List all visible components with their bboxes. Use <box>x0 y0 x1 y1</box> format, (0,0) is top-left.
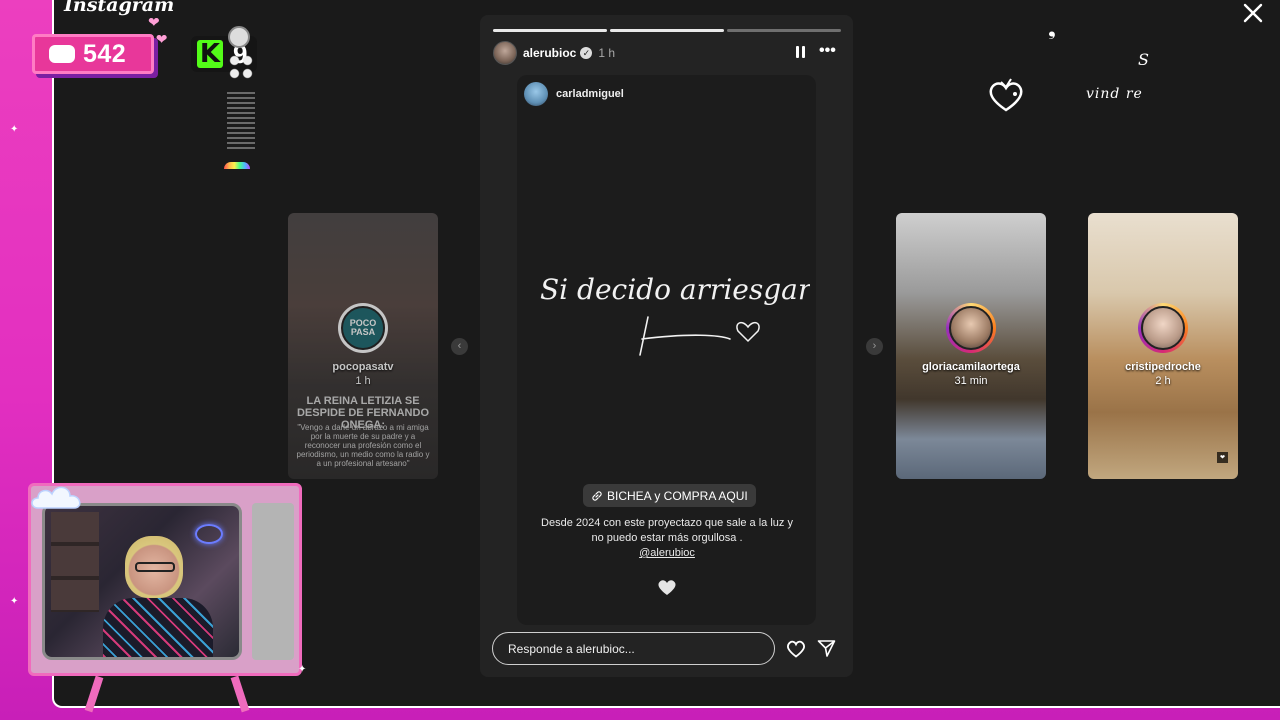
reply-input[interactable] <box>492 632 775 665</box>
heart-icon <box>658 580 676 595</box>
link-sticker-label: BICHEA y COMPRA AQUI <box>607 488 748 503</box>
progress-segment <box>727 29 841 32</box>
more-icon[interactable]: ••• <box>819 42 836 60</box>
story-preview-gloriacamilaortega[interactable]: gloriacamilaortega 31 min <box>896 213 1046 479</box>
background-neon-light <box>195 524 223 544</box>
handwritten-script: Si decido arriesgarme <box>540 273 810 306</box>
tv-dial-icon <box>228 26 250 48</box>
tv-speaker-grill <box>227 92 255 152</box>
reposted-post-header[interactable]: carladmiguel <box>524 81 624 107</box>
handwritten-text: Si decido arriesgarme <box>540 273 810 356</box>
sparkle-icon: ✦ <box>10 596 19 607</box>
rainbow-icon <box>224 162 250 169</box>
deco-mark: ❟ <box>1048 18 1056 40</box>
story-time: 2 h <box>1155 375 1171 387</box>
story-avatar <box>949 306 993 350</box>
background-shelf <box>51 512 99 612</box>
progress-segment <box>610 29 724 32</box>
chat-bubble-icon <box>49 45 75 63</box>
reposted-author-avatar <box>524 82 548 106</box>
pocopasa-logo: POCO PASA <box>341 306 385 350</box>
chevron-right-icon[interactable]: › <box>866 338 883 355</box>
story-caption: Desde 2024 con este proyectazo que sale … <box>541 517 793 544</box>
reposted-author-username: carladmiguel <box>556 88 624 100</box>
streamer-body <box>103 598 213 657</box>
chevron-left-icon[interactable]: ‹ <box>451 338 468 355</box>
webcam-feed <box>42 503 242 660</box>
tv-buttons-icon <box>228 54 254 80</box>
progress-segment <box>493 29 607 32</box>
story-avatar-ring <box>946 303 996 353</box>
story-time: 1 h <box>355 375 371 387</box>
story-avatar: POCO PASA <box>338 303 388 353</box>
story-avatar <box>1141 306 1185 350</box>
pause-icon[interactable] <box>795 46 807 60</box>
chat-count: 542 <box>83 39 127 68</box>
story-author-username[interactable]: alerubioc <box>523 46 576 60</box>
story-author-avatar[interactable] <box>493 41 517 65</box>
link-icon <box>592 490 602 501</box>
story-time: 31 min <box>954 375 988 387</box>
streamer-glasses <box>135 562 175 572</box>
story-time: 1 h <box>598 46 616 60</box>
story-preview-pocopasatv[interactable]: POCO PASA pocopasatv 1 h LA REINA LETIZI… <box>288 213 438 479</box>
deco-letter: S <box>1138 50 1149 69</box>
tv-side-panel <box>252 503 294 660</box>
mention-link[interactable]: @alerubioc <box>540 547 794 559</box>
sparkle-icon: ✦ <box>298 664 307 675</box>
like-heart-icon[interactable] <box>786 639 806 658</box>
story-header: alerubioc ✓ 1 h ••• <box>493 41 841 65</box>
story-username: gloriacamilaortega <box>922 361 1020 373</box>
story-username: pocopasatv <box>332 361 394 373</box>
story-tag-sticker: ❤ <box>1216 452 1228 463</box>
story-preview-cristipedroche[interactable]: cristipedroche 2 h ❤ <box>1088 213 1238 479</box>
tv-heart-icon <box>989 78 1023 112</box>
close-icon[interactable] <box>1240 0 1266 26</box>
story-progress-bar <box>493 29 841 32</box>
sparkle-icon: ✦ <box>10 124 19 135</box>
deco-text: vind re <box>1086 86 1143 102</box>
story-quote: "Vengo a darle un abrazo a mi amiga por … <box>296 423 430 468</box>
verified-icon: ✓ <box>580 47 593 59</box>
send-icon[interactable] <box>817 639 836 658</box>
story-avatar-ring <box>1138 303 1188 353</box>
kick-logo-icon: K <box>197 40 223 68</box>
cloud-icon <box>31 486 81 509</box>
link-sticker-button[interactable]: BICHEA y COMPRA AQUI <box>583 484 756 507</box>
story-username: cristipedroche <box>1125 361 1201 373</box>
chat-count-badge: 542 <box>32 34 154 74</box>
